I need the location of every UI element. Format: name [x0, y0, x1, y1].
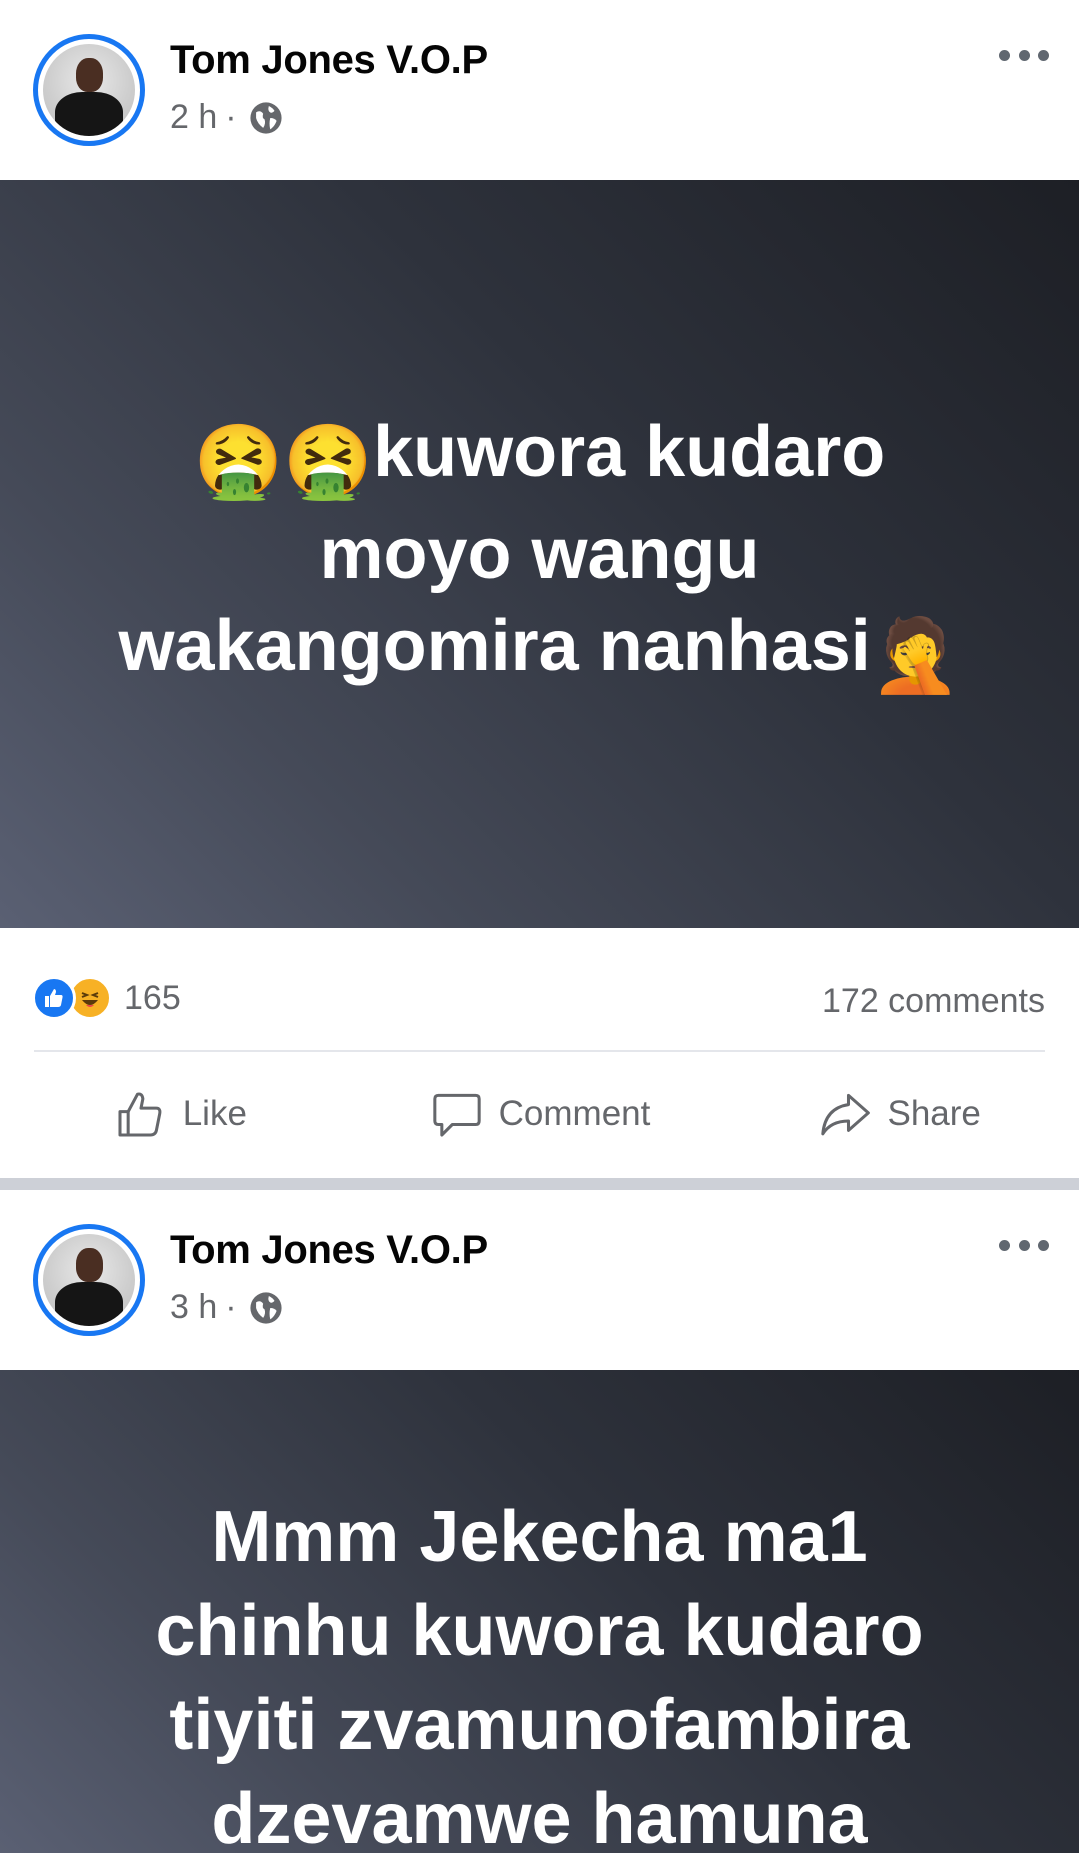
- like-reaction-icon: [32, 976, 76, 1020]
- avatar-photo: [43, 1234, 135, 1326]
- post-text-line: Mmm Jekecha ma1: [211, 1497, 868, 1577]
- post-text-line: moyo wangu: [319, 514, 760, 594]
- post-text: 🤮🤮kuwora kudaro moyo wangu wakangomira n…: [119, 406, 961, 702]
- more-options-icon[interactable]: [999, 40, 1049, 70]
- avatar[interactable]: [33, 34, 145, 146]
- author-name[interactable]: Tom Jones V.O.P: [170, 38, 488, 83]
- post-meta: 3 h ·: [170, 1288, 283, 1327]
- thumbs-up-icon: [118, 1092, 162, 1137]
- post-background: 🤮🤮kuwora kudaro moyo wangu wakangomira n…: [0, 180, 1079, 928]
- globe-icon: [250, 101, 282, 134]
- meta-separator: ·: [225, 98, 237, 136]
- avatar-photo: [43, 44, 135, 136]
- post-1: Tom Jones V.O.P 2 h · 🤮🤮kuwora kudaro mo…: [0, 0, 1079, 1176]
- vomit-emoji: 🤮🤮: [193, 422, 374, 502]
- reaction-summary[interactable]: 165: [32, 976, 181, 1020]
- post-text-line: wakangomira nanhasi: [118, 606, 871, 686]
- post-meta: 2 h ·: [170, 98, 283, 137]
- post-text-line: dzevamwe hamuna: [211, 1779, 868, 1853]
- meta-separator: ·: [225, 1288, 237, 1326]
- share-button[interactable]: Share: [719, 1052, 1079, 1176]
- share-label: Share: [887, 1094, 981, 1133]
- author-name[interactable]: Tom Jones V.O.P: [170, 1228, 488, 1273]
- comment-icon: [432, 1093, 481, 1137]
- post-text-line: kuwora kudaro: [373, 412, 886, 492]
- post-stats: 165 172 comments: [0, 928, 1079, 1052]
- reaction-count: 165: [124, 978, 181, 1017]
- comments-count[interactable]: 172 comments: [822, 982, 1045, 1021]
- like-button[interactable]: Like: [0, 1052, 360, 1176]
- comment-label: Comment: [498, 1094, 651, 1133]
- post-header: Tom Jones V.O.P 2 h ·: [0, 0, 1079, 180]
- post-text-line: chinhu kuwora kudaro: [155, 1591, 924, 1671]
- comment-button[interactable]: Comment: [360, 1052, 720, 1176]
- post-time[interactable]: 2 h: [170, 98, 217, 137]
- post-text: Mmm Jekecha ma1 chinhu kuwora kudaro tiy…: [155, 1490, 923, 1853]
- share-icon: [821, 1093, 871, 1136]
- post-text-line: tiyiti zvamunofambira: [169, 1685, 910, 1765]
- like-label: Like: [182, 1094, 247, 1133]
- feed-separator: [0, 1178, 1079, 1190]
- more-options-icon[interactable]: [999, 1230, 1049, 1260]
- avatar[interactable]: [33, 1224, 145, 1336]
- post-2: Tom Jones V.O.P 3 h · Mmm Jekecha ma1 ch…: [0, 1190, 1079, 1853]
- post-background: Mmm Jekecha ma1 chinhu kuwora kudaro tiy…: [0, 1370, 1079, 1853]
- post-actions: Like Comment Share: [0, 1052, 1079, 1176]
- post-time[interactable]: 3 h: [170, 1288, 217, 1327]
- post-header: Tom Jones V.O.P 3 h ·: [0, 1190, 1079, 1370]
- facepalm-emoji: 🤦: [870, 616, 961, 696]
- globe-icon: [250, 1291, 282, 1324]
